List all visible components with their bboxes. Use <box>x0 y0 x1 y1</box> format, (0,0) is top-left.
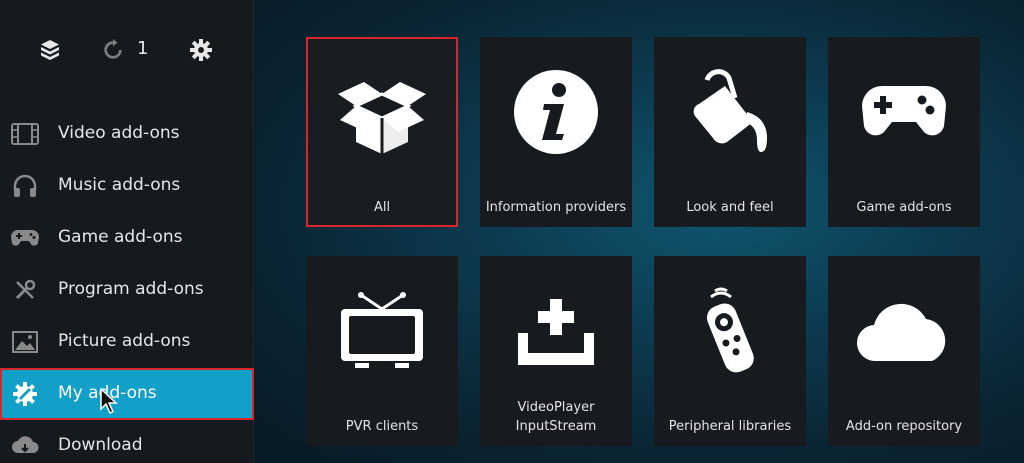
tools-icon <box>10 276 40 304</box>
tile-addon-repository[interactable]: Add-on repository <box>828 256 980 446</box>
tile-videoplayer-inputstream[interactable]: VideoPlayer InputStream <box>480 256 632 446</box>
tile-all[interactable]: All <box>306 37 458 227</box>
mouse-cursor-icon <box>100 387 118 418</box>
sidebar-item-label: Video add-ons <box>58 123 180 143</box>
info-icon <box>506 67 606 157</box>
sidebar-item-program-addons[interactable]: Program add-ons <box>0 264 254 316</box>
input-tray-icon <box>506 286 606 376</box>
sidebar-menu: Video add-ons Music add-ons Game add-ons… <box>0 108 254 463</box>
addon-categories-panel: All Information providers Look and feel <box>255 0 1024 463</box>
sidebar-item-label: Music add-ons <box>58 175 181 195</box>
gamepad-icon <box>854 67 954 157</box>
sidebar-item-label: Download <box>58 435 143 455</box>
tile-label: Look and feel <box>686 200 774 215</box>
sidebar-item-label: Program add-ons <box>58 279 204 299</box>
addon-gear-icon <box>10 380 40 408</box>
sidebar-item-picture-addons[interactable]: Picture add-ons <box>0 316 254 368</box>
sidebar: 1 Video add-ons Music add-ons Game add-o… <box>0 0 254 463</box>
headphones-icon <box>10 172 40 200</box>
addon-box-icon[interactable] <box>38 38 62 62</box>
tile-game-addons[interactable]: Game add-ons <box>828 37 980 227</box>
tile-peripheral-libraries[interactable]: Peripheral libraries <box>654 256 806 446</box>
film-icon <box>10 120 40 148</box>
paint-bucket-icon <box>680 67 780 157</box>
sidebar-item-game-addons[interactable]: Game add-ons <box>0 212 254 264</box>
top-bar: 1 <box>0 28 254 72</box>
open-box-icon <box>332 67 432 157</box>
tile-information-providers[interactable]: Information providers <box>480 37 632 227</box>
refresh-icon[interactable] <box>101 38 125 62</box>
tile-label: Game add-ons <box>856 200 952 215</box>
update-count: 1 <box>137 38 149 59</box>
cloud-icon <box>854 286 954 376</box>
tv-icon <box>332 286 432 376</box>
sidebar-item-download[interactable]: Download <box>0 420 254 463</box>
sidebar-item-label: Picture add-ons <box>58 331 191 351</box>
tile-label: PVR clients <box>345 419 419 434</box>
tile-label: All <box>373 200 391 215</box>
tile-pvr-clients[interactable]: PVR clients <box>306 256 458 446</box>
sidebar-item-my-addons[interactable]: My add-ons <box>0 368 254 420</box>
picture-icon <box>10 328 40 356</box>
sidebar-item-video-addons[interactable]: Video add-ons <box>0 108 254 160</box>
tile-label: Information providers <box>485 200 627 215</box>
gear-icon[interactable] <box>189 38 213 62</box>
gamepad-icon <box>10 224 40 252</box>
sidebar-item-music-addons[interactable]: Music add-ons <box>0 160 254 212</box>
tile-label: Peripheral libraries <box>668 419 792 434</box>
tile-look-and-feel[interactable]: Look and feel <box>654 37 806 227</box>
remote-icon <box>680 286 780 376</box>
cloud-download-icon <box>10 432 40 460</box>
tile-label: Add-on repository <box>845 419 963 434</box>
tile-label: VideoPlayer InputStream <box>515 400 597 434</box>
sidebar-item-label: Game add-ons <box>58 227 183 247</box>
